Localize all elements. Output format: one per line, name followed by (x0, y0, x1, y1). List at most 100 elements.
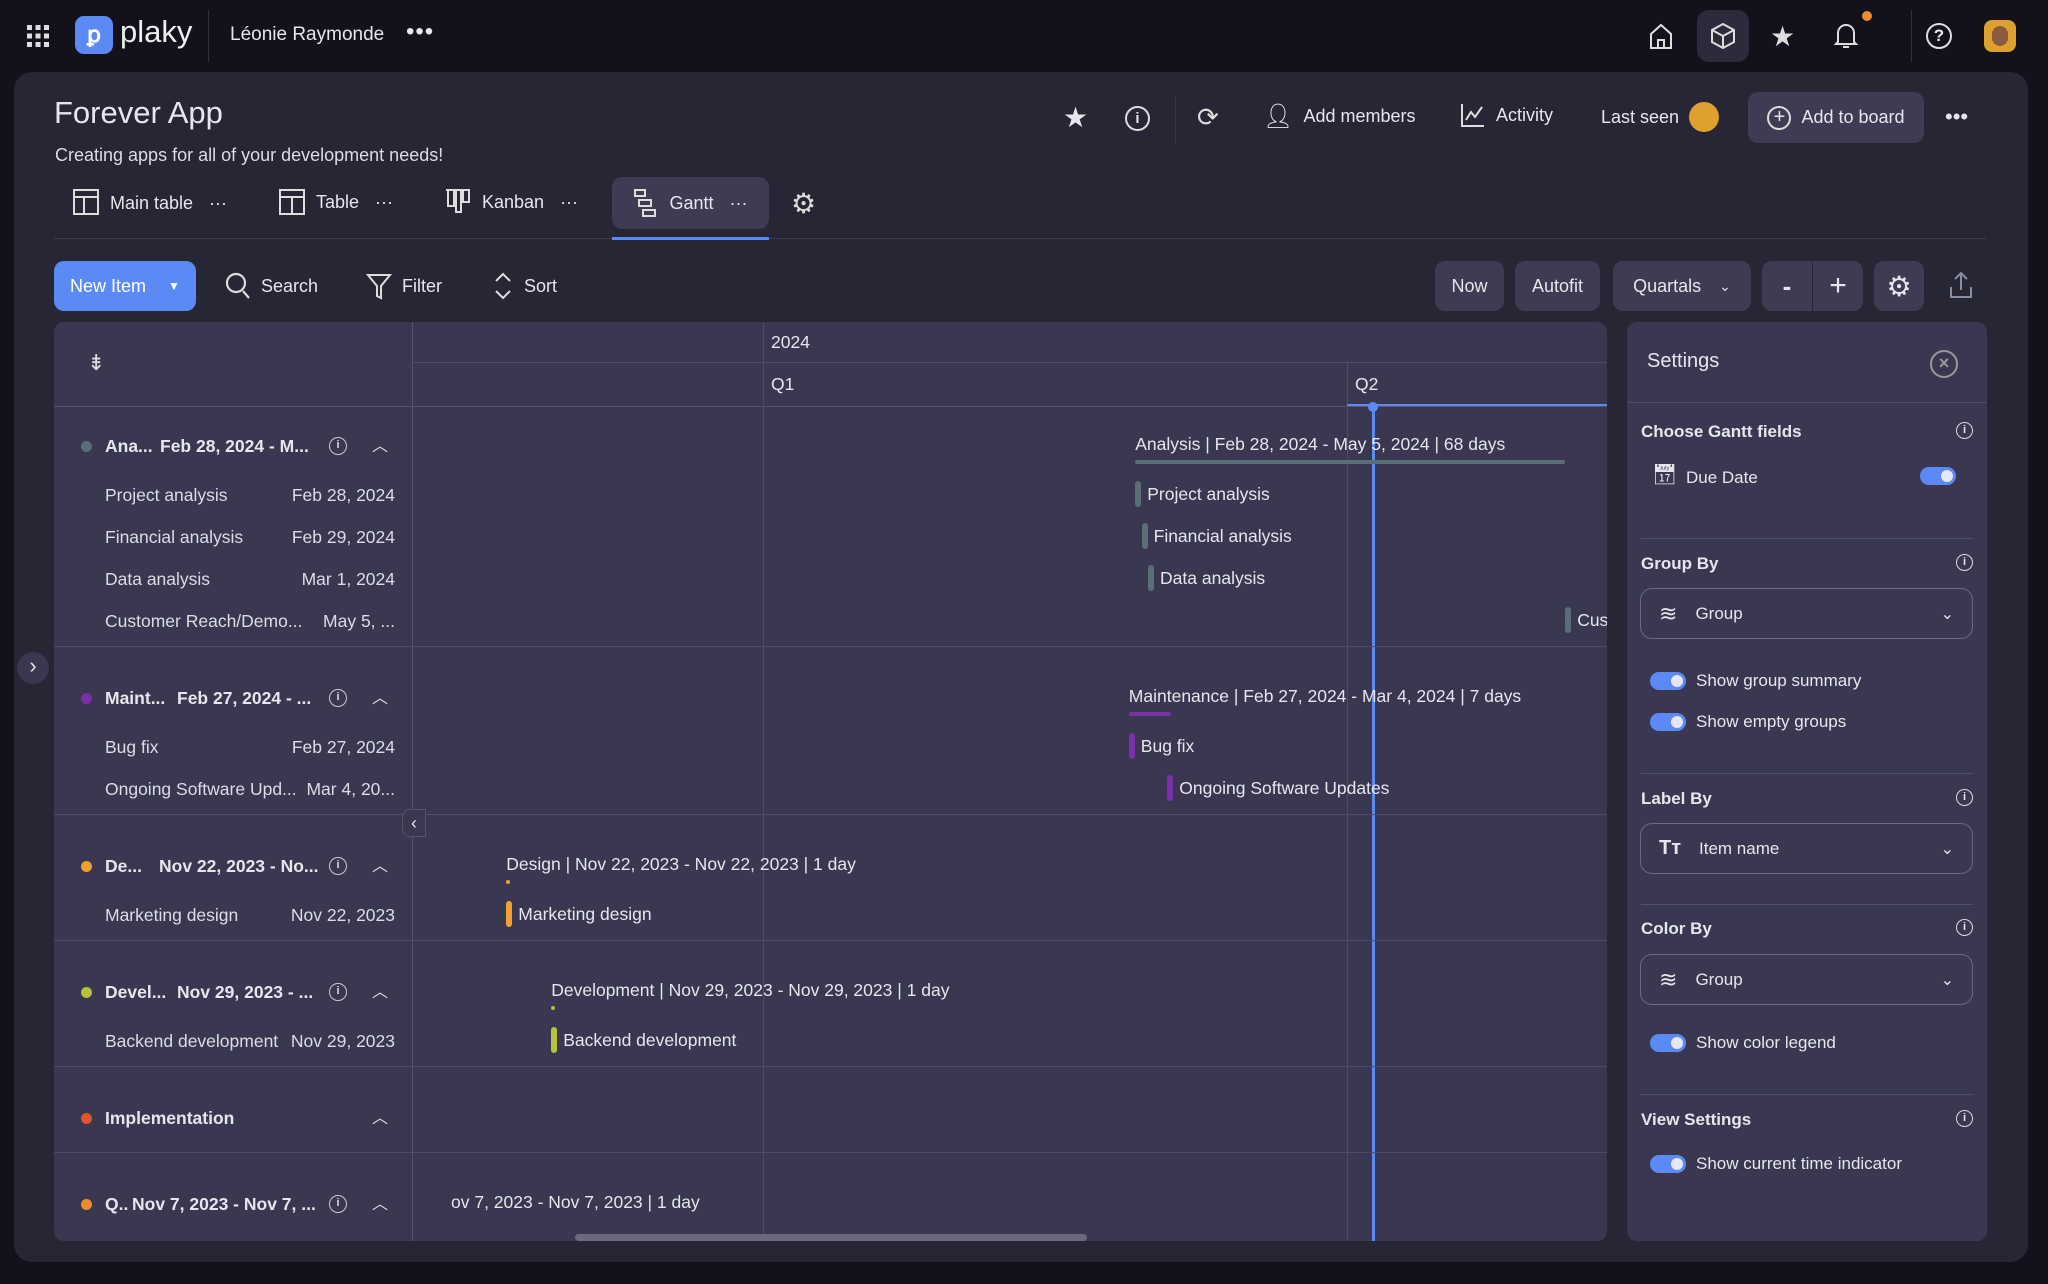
collapse-group-chevron-up-icon[interactable]: ︿ (372, 1190, 388, 1214)
new-item-dropdown-caret-icon[interactable]: ▼ (168, 279, 180, 293)
group-name[interactable]: Implementation (105, 1108, 234, 1129)
timescale-select[interactable]: Quartals ⌄ (1613, 261, 1751, 311)
board-info-icon[interactable]: i (1125, 106, 1150, 131)
collapse-group-chevron-up-icon[interactable]: ︿ (372, 432, 388, 456)
user-avatar[interactable] (1984, 20, 2016, 52)
info-icon[interactable]: i (1956, 422, 1973, 439)
info-icon[interactable]: i (1956, 919, 1973, 936)
item-name[interactable]: Bug fix (105, 737, 159, 758)
due-date-toggle[interactable] (1920, 467, 1956, 485)
item-name[interactable]: Project analysis (105, 485, 228, 506)
show-current-time-toggle[interactable] (1650, 1155, 1686, 1173)
group-name[interactable]: Q.. (105, 1194, 128, 1215)
tab-more-icon[interactable]: ··· (730, 193, 748, 214)
info-icon[interactable]: i (1956, 789, 1973, 806)
favorite-star-icon[interactable]: ★ (1063, 101, 1088, 134)
label-by-select[interactable]: Tт Item name ⌄ (1640, 823, 1973, 874)
add-members-button[interactable]: 👤︎ Add members (1263, 102, 1416, 131)
board-description[interactable]: Creating apps for all of your developmen… (55, 145, 443, 166)
gantt-item-bar[interactable] (1148, 565, 1155, 591)
tab-more-icon[interactable]: ··· (209, 193, 227, 214)
zoom-out-button[interactable]: - (1762, 261, 1812, 311)
list-item[interactable]: Project analysis Feb 28, 2024 (54, 476, 413, 514)
item-name[interactable]: Data analysis (105, 569, 210, 590)
group-header-0[interactable]: Ana... Feb 28, 2024 - M... i ︿ (54, 426, 413, 466)
group-summary-bar[interactable] (1128, 712, 1171, 716)
list-item[interactable]: Bug fix Feb 27, 2024 (54, 728, 413, 766)
group-header-2[interactable]: De... Nov 22, 2023 - No... i ︿ (54, 846, 413, 886)
help-icon[interactable]: ? (1926, 23, 1952, 49)
workspace-name[interactable]: Léonie Raymonde (230, 24, 384, 46)
list-item[interactable]: Customer Reach/Demo... May 5, ... (54, 602, 413, 640)
collapse-group-chevron-up-icon[interactable]: ︿ (372, 684, 388, 708)
search-button[interactable]: Search (225, 272, 318, 300)
zoom-in-button[interactable]: + (1813, 261, 1863, 311)
group-header-5[interactable]: Q.. Nov 7, 2023 - Nov 7, ... i ︿ (54, 1184, 413, 1224)
tab-more-icon[interactable]: ··· (375, 192, 393, 213)
boards-button[interactable] (1697, 10, 1749, 62)
group-info-icon[interactable]: i (329, 983, 347, 1001)
sync-icon[interactable]: ⟳ (1197, 102, 1219, 133)
gantt-item-bar[interactable] (506, 901, 513, 927)
group-info-icon[interactable]: i (329, 1195, 347, 1213)
collapse-group-chevron-up-icon[interactable]: ︿ (372, 978, 388, 1002)
item-name[interactable]: Marketing design (105, 905, 238, 926)
group-header-3[interactable]: Devel... Nov 29, 2023 - ... i ︿ (54, 972, 413, 1012)
collapse-group-chevron-up-icon[interactable]: ︿ (372, 852, 388, 876)
gantt-item-bar[interactable] (1167, 775, 1174, 801)
activity-button[interactable]: Activity (1460, 102, 1553, 128)
group-name[interactable]: Ana... (105, 436, 153, 457)
group-by-select[interactable]: ≋ Group ⌄ (1640, 588, 1973, 639)
gantt-item-bar[interactable] (1135, 481, 1142, 507)
list-item[interactable]: Data analysis Mar 1, 2024 (54, 560, 413, 598)
home-icon[interactable] (1648, 22, 1674, 50)
show-color-legend-toggle[interactable] (1650, 1034, 1686, 1052)
notifications-bell-icon[interactable] (1833, 20, 1859, 50)
last-seen-button[interactable]: Last seen (1601, 102, 1720, 132)
board-title[interactable]: Forever App (54, 95, 223, 131)
item-name[interactable]: Backend development (105, 1031, 278, 1052)
info-icon[interactable]: i (1956, 554, 1973, 571)
group-summary-bar[interactable] (506, 880, 511, 884)
now-button[interactable]: Now (1435, 261, 1504, 311)
export-icon[interactable] (1948, 270, 1974, 305)
apps-grid-icon[interactable] (26, 24, 50, 48)
tab-gantt[interactable]: Gantt ··· (612, 177, 769, 229)
list-item[interactable]: Marketing design Nov 22, 2023 (54, 896, 413, 934)
gantt-item-bar[interactable] (1128, 733, 1135, 759)
tab-main-table[interactable]: Main table ··· (72, 188, 227, 218)
favorites-star-icon[interactable]: ★ (1770, 20, 1795, 53)
tab-more-icon[interactable]: ··· (560, 192, 578, 213)
group-summary-bar[interactable] (1135, 460, 1566, 464)
sort-button[interactable]: Sort (492, 272, 557, 300)
show-empty-groups-toggle[interactable] (1650, 713, 1686, 731)
filter-button[interactable]: Filter (366, 272, 442, 300)
color-by-select[interactable]: ≋ Group ⌄ (1640, 954, 1973, 1005)
expand-sidebar-chevron-right-icon[interactable]: › (17, 652, 49, 684)
group-summary-bar[interactable] (551, 1006, 556, 1010)
board-more-icon[interactable]: ••• (1945, 104, 1968, 130)
tab-kanban[interactable]: Kanban ··· (444, 188, 578, 216)
horizontal-scrollbar[interactable] (575, 1234, 1087, 1241)
group-name[interactable]: De... (105, 856, 142, 877)
close-settings-icon[interactable]: × (1930, 350, 1958, 378)
autofit-button[interactable]: Autofit (1515, 261, 1600, 311)
list-item[interactable]: Financial analysis Feb 29, 2024 (54, 518, 413, 556)
group-info-icon[interactable]: i (329, 689, 347, 707)
item-name[interactable]: Ongoing Software Upd... (105, 779, 297, 800)
group-info-icon[interactable]: i (329, 437, 347, 455)
collapse-all-icon[interactable]: ⇟ (87, 350, 105, 376)
item-name[interactable]: Customer Reach/Demo... (105, 611, 302, 632)
workspace-more-icon[interactable]: ••• (406, 18, 434, 46)
collapse-list-chevron-left-icon[interactable]: ‹ (402, 809, 426, 837)
gantt-item-bar[interactable] (1141, 523, 1148, 549)
gantt-item-bar[interactable] (1565, 607, 1572, 633)
gantt-item-bar[interactable] (551, 1027, 558, 1053)
group-info-icon[interactable]: i (329, 857, 347, 875)
group-name[interactable]: Maint... (105, 688, 165, 709)
list-item[interactable]: Ongoing Software Upd... Mar 4, 20... (54, 770, 413, 808)
tab-table[interactable]: Table ··· (278, 188, 393, 216)
group-header-4[interactable]: Implementation ︿ (54, 1098, 413, 1138)
view-settings-gear-icon[interactable]: ⚙ (791, 187, 816, 220)
gantt-settings-button[interactable]: ⚙ (1874, 261, 1924, 311)
